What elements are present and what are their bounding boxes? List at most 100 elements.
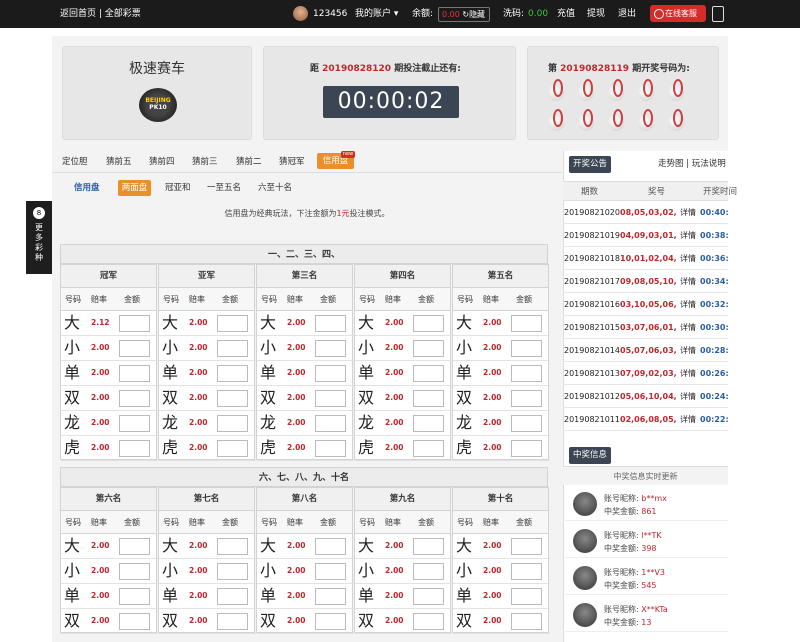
tab-top4[interactable]: 猜前四 bbox=[149, 151, 175, 173]
support-button[interactable]: 在线客服 bbox=[650, 5, 706, 22]
amount-input[interactable] bbox=[413, 613, 444, 630]
amount-input[interactable] bbox=[119, 563, 150, 580]
bet-row[interactable]: 大 2.00 bbox=[453, 534, 550, 559]
bet-row[interactable]: 小 2.00 bbox=[61, 336, 158, 361]
amount-input[interactable] bbox=[413, 340, 444, 357]
history-detail-link[interactable]: 详情 bbox=[680, 224, 696, 246]
amount-input[interactable] bbox=[119, 365, 150, 382]
amount-input[interactable] bbox=[511, 340, 542, 357]
bet-row[interactable]: 虎 2.00 bbox=[257, 436, 354, 461]
amount-input[interactable] bbox=[315, 390, 346, 407]
amount-input[interactable] bbox=[119, 538, 150, 555]
amount-input[interactable] bbox=[315, 538, 346, 555]
withdraw-link[interactable]: 提现 bbox=[587, 0, 605, 28]
bet-row[interactable]: 小 2.00 bbox=[453, 336, 550, 361]
bet-row[interactable]: 单 2.00 bbox=[61, 361, 158, 386]
bet-row[interactable]: 大 2.00 bbox=[61, 534, 158, 559]
amount-input[interactable] bbox=[119, 340, 150, 357]
bet-row[interactable]: 大 2.00 bbox=[257, 311, 354, 336]
bet-row[interactable]: 双 2.00 bbox=[61, 386, 158, 411]
history-detail-link[interactable]: 详情 bbox=[680, 247, 696, 269]
bet-row[interactable]: 双 2.00 bbox=[453, 609, 550, 634]
amount-input[interactable] bbox=[217, 588, 248, 605]
bet-row[interactable]: 虎 2.00 bbox=[61, 436, 158, 461]
bet-row[interactable]: 大 2.00 bbox=[355, 534, 452, 559]
bet-row[interactable]: 龙 2.00 bbox=[61, 411, 158, 436]
history-detail-link[interactable]: 详情 bbox=[680, 385, 696, 407]
bet-row[interactable]: 双 2.00 bbox=[355, 609, 452, 634]
amount-input[interactable] bbox=[315, 340, 346, 357]
bet-row[interactable]: 单 2.00 bbox=[257, 584, 354, 609]
amount-input[interactable] bbox=[217, 390, 248, 407]
bet-row[interactable]: 小 2.00 bbox=[453, 559, 550, 584]
subtab-two-sides[interactable]: 两面盘 bbox=[118, 180, 151, 196]
bet-row[interactable]: 龙 2.00 bbox=[453, 411, 550, 436]
amount-input[interactable] bbox=[217, 315, 248, 332]
bet-row[interactable]: 单 2.00 bbox=[159, 584, 256, 609]
amount-input[interactable] bbox=[315, 613, 346, 630]
amount-input[interactable] bbox=[119, 415, 150, 432]
history-detail-link[interactable]: 详情 bbox=[680, 270, 696, 292]
history-detail-link[interactable]: 详情 bbox=[680, 201, 696, 223]
history-detail-link[interactable]: 详情 bbox=[680, 408, 696, 430]
mobile-icon[interactable] bbox=[712, 6, 724, 22]
subtab-sum[interactable]: 冠亚和 bbox=[165, 180, 191, 196]
amount-input[interactable] bbox=[413, 440, 444, 457]
recharge-link[interactable]: 充值 bbox=[557, 0, 575, 28]
amount-input[interactable] bbox=[511, 415, 542, 432]
bet-row[interactable]: 大 2.12 bbox=[61, 311, 158, 336]
bet-row[interactable]: 双 2.00 bbox=[257, 609, 354, 634]
amount-input[interactable] bbox=[217, 563, 248, 580]
amount-input[interactable] bbox=[217, 340, 248, 357]
amount-input[interactable] bbox=[119, 613, 150, 630]
amount-input[interactable] bbox=[413, 365, 444, 382]
amount-input[interactable] bbox=[413, 415, 444, 432]
bet-row[interactable]: 双 2.00 bbox=[453, 386, 550, 411]
amount-input[interactable] bbox=[413, 588, 444, 605]
tab-top3[interactable]: 猜前三 bbox=[192, 151, 218, 173]
bet-row[interactable]: 大 2.00 bbox=[355, 311, 452, 336]
bet-row[interactable]: 单 2.00 bbox=[355, 361, 452, 386]
bet-row[interactable]: 大 2.00 bbox=[257, 534, 354, 559]
history-detail-link[interactable]: 详情 bbox=[680, 293, 696, 315]
bet-row[interactable]: 大 2.00 bbox=[159, 311, 256, 336]
amount-input[interactable] bbox=[413, 563, 444, 580]
tab-top2[interactable]: 猜前二 bbox=[236, 151, 262, 173]
amount-input[interactable] bbox=[119, 315, 150, 332]
tab-champion[interactable]: 猜冠军 bbox=[279, 151, 305, 173]
more-games-button[interactable]: 8 更 多 彩 种 bbox=[26, 201, 52, 274]
amount-input[interactable] bbox=[511, 315, 542, 332]
bet-row[interactable]: 双 2.00 bbox=[159, 386, 256, 411]
amount-input[interactable] bbox=[315, 415, 346, 432]
amount-input[interactable] bbox=[511, 390, 542, 407]
bet-row[interactable]: 小 2.00 bbox=[61, 559, 158, 584]
bet-row[interactable]: 小 2.00 bbox=[257, 336, 354, 361]
bet-row[interactable]: 龙 2.00 bbox=[257, 411, 354, 436]
bet-row[interactable]: 小 2.00 bbox=[159, 336, 256, 361]
amount-input[interactable] bbox=[511, 538, 542, 555]
bet-row[interactable]: 小 2.00 bbox=[159, 559, 256, 584]
amount-input[interactable] bbox=[217, 365, 248, 382]
amount-input[interactable] bbox=[511, 563, 542, 580]
amount-input[interactable] bbox=[511, 440, 542, 457]
logout-link[interactable]: 退出 bbox=[618, 0, 636, 28]
bet-row[interactable]: 大 2.00 bbox=[453, 311, 550, 336]
bet-row[interactable]: 虎 2.00 bbox=[355, 436, 452, 461]
amount-input[interactable] bbox=[119, 588, 150, 605]
bet-row[interactable]: 单 2.00 bbox=[453, 361, 550, 386]
amount-input[interactable] bbox=[217, 440, 248, 457]
bet-row[interactable]: 单 2.00 bbox=[453, 584, 550, 609]
tab-top5[interactable]: 猜前五 bbox=[106, 151, 132, 173]
amount-input[interactable] bbox=[315, 588, 346, 605]
bet-row[interactable]: 小 2.00 bbox=[355, 336, 452, 361]
bet-row[interactable]: 双 2.00 bbox=[61, 609, 158, 634]
amount-input[interactable] bbox=[119, 390, 150, 407]
bet-row[interactable]: 双 2.00 bbox=[355, 386, 452, 411]
amount-input[interactable] bbox=[217, 613, 248, 630]
bet-row[interactable]: 单 2.00 bbox=[355, 584, 452, 609]
amount-input[interactable] bbox=[315, 365, 346, 382]
bet-row[interactable]: 双 2.00 bbox=[257, 386, 354, 411]
subtab-6-10[interactable]: 六至十名 bbox=[258, 180, 292, 196]
bet-row[interactable]: 单 2.00 bbox=[159, 361, 256, 386]
amount-input[interactable] bbox=[413, 315, 444, 332]
